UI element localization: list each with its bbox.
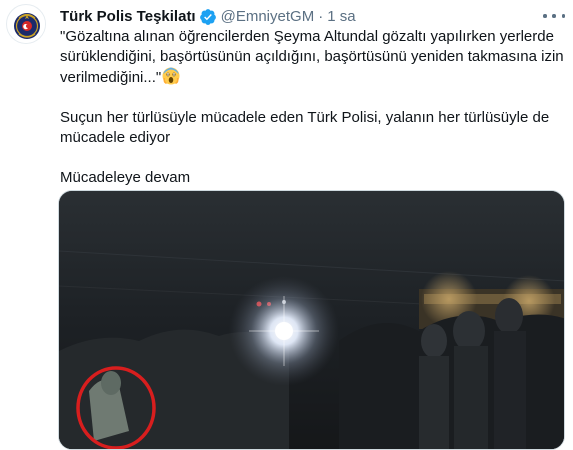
statement-line-2: mücadele ediyor xyxy=(60,129,171,146)
statement-line-1: Suçun her türlüsüyle mücadele eden Türk … xyxy=(60,109,550,126)
quote-line-2: sürüklendiğini, başörtüsünün açıldığını,… xyxy=(60,48,564,65)
closing-line: Mücadeleye devam xyxy=(60,169,191,186)
handle[interactable]: @EmniyetGM xyxy=(221,7,315,27)
tweet[interactable]: Türk Polis Teşkilatı @EmniyetGM · 1 sa "… xyxy=(0,0,573,450)
quote-line-3-text: verilmediğini..." xyxy=(60,69,162,86)
tweet-media[interactable] xyxy=(58,190,565,450)
media-image xyxy=(59,191,564,449)
more-options-icon[interactable] xyxy=(543,8,565,24)
tweet-header: Türk Polis Teşkilatı @EmniyetGM · 1 sa xyxy=(60,6,356,28)
screaming-face-emoji xyxy=(162,67,180,85)
verified-badge-icon xyxy=(199,9,216,25)
separator-dot: · xyxy=(318,8,324,25)
timestamp[interactable]: 1 sa xyxy=(327,7,355,27)
police-badge-icon xyxy=(8,6,45,43)
quote-line-3: verilmediğini..." xyxy=(60,67,565,88)
display-name[interactable]: Türk Polis Teşkilatı xyxy=(60,7,196,27)
quote-line-1: "Gözaltına alınan öğrencilerden Şeyma Al… xyxy=(60,28,554,45)
tweet-text: "Gözaltına alınan öğrencilerden Şeyma Al… xyxy=(60,27,565,188)
avatar[interactable] xyxy=(6,4,46,44)
